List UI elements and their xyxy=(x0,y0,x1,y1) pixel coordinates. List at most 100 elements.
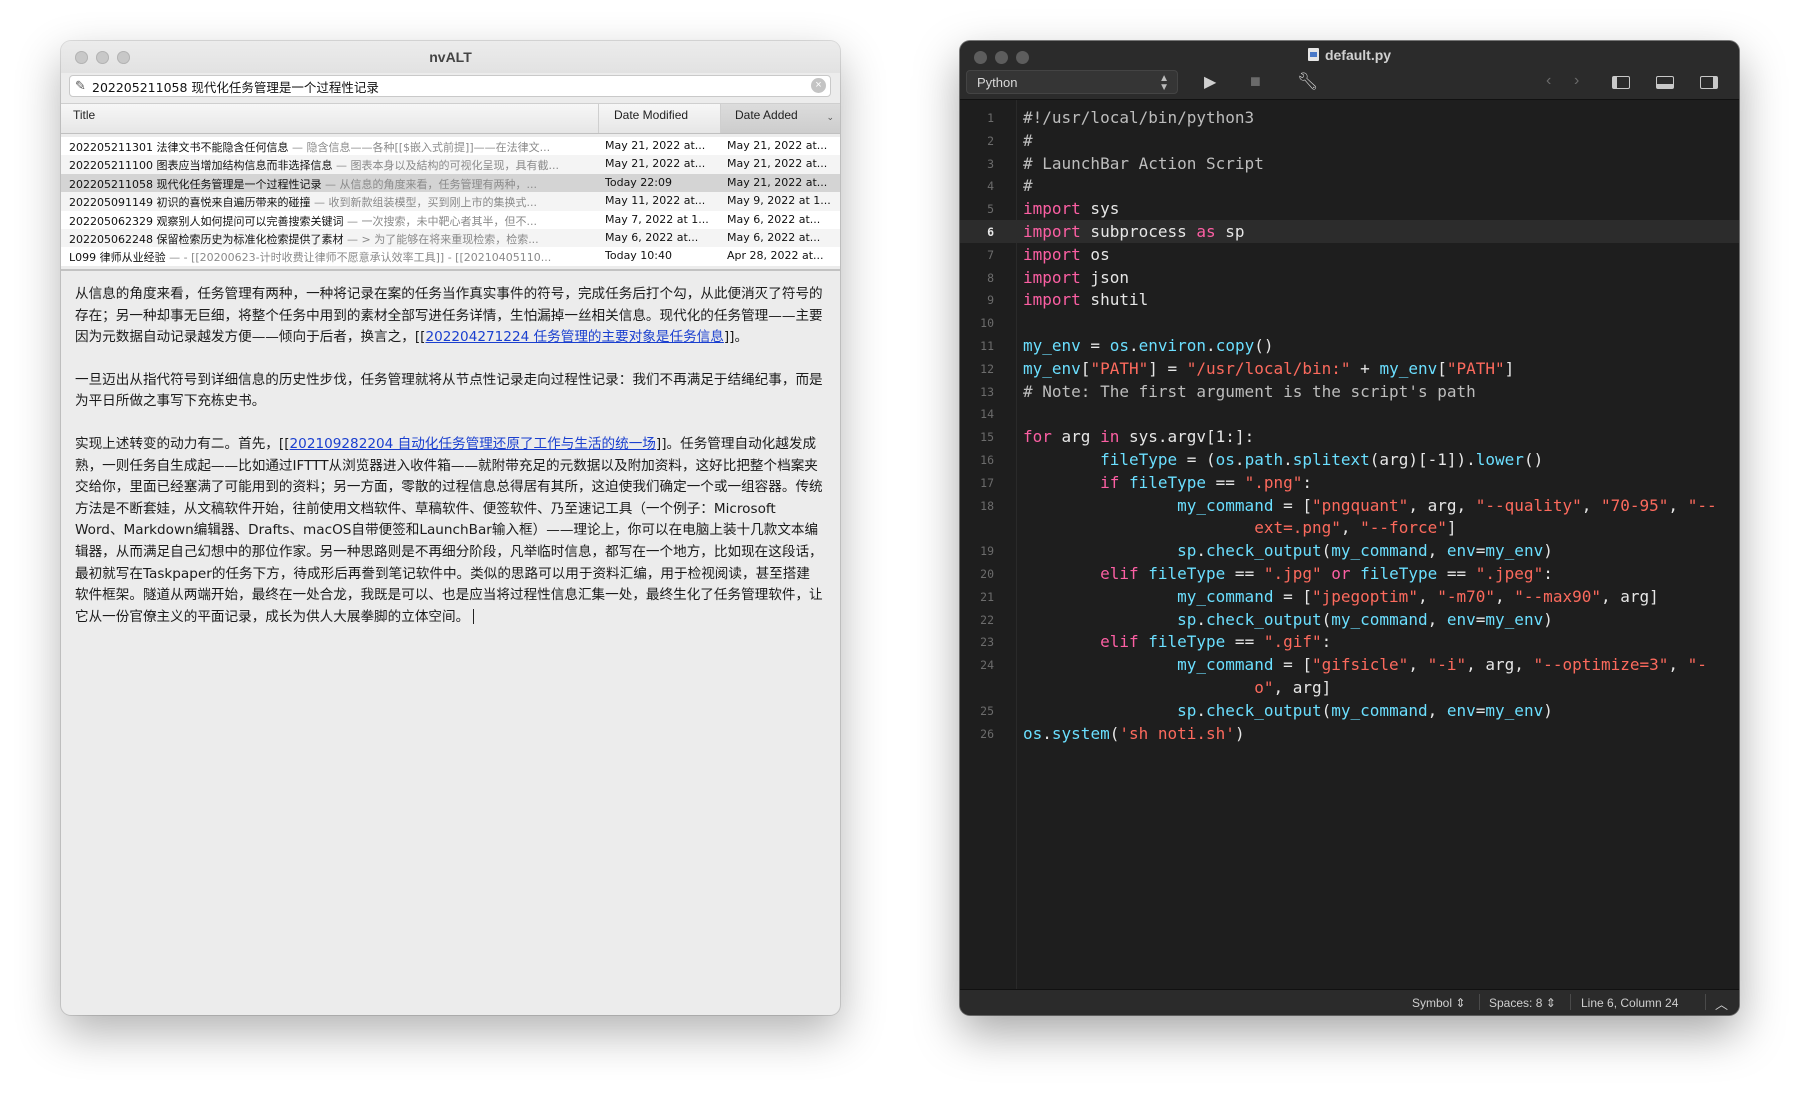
note-list-row[interactable]: L099 律师从业经验 — - [[20200623-计时收费让律师不愿意承认效… xyxy=(61,247,840,266)
language-selector[interactable]: Python ▲ ▼ xyxy=(966,70,1178,94)
wrench-icon[interactable]: 🔧︎ xyxy=(1297,72,1319,92)
code-token: = xyxy=(1475,700,1486,720)
code-text: import os xyxy=(1023,245,1110,264)
code-line[interactable]: 15 for arg in sys.argv[1:]: xyxy=(960,425,1739,448)
code-token: , xyxy=(1427,609,1447,629)
code-token: "pngquant" xyxy=(1311,495,1409,515)
note-list-row[interactable]: 202205211100 图表应当增加结构信息而非选择信息 — 图表本身以及結构… xyxy=(61,155,840,174)
code-line[interactable]: 2 # xyxy=(960,129,1739,152)
code-line[interactable]: 5 import sys xyxy=(960,197,1739,220)
note-date-modified: Today 10:40 xyxy=(605,249,673,263)
code-line[interactable]: 25 sp.check_output(my_command, env=my_en… xyxy=(960,699,1739,722)
updown-chevron-icon: ⇕ xyxy=(1455,996,1466,1010)
code-line[interactable]: 13 # Note: The first argument is the scri… xyxy=(960,380,1739,403)
note-date-added: May 6, 2022 at... xyxy=(727,230,821,244)
code-line[interactable]: 14 xyxy=(960,402,1739,425)
note-text: ]]。 xyxy=(723,329,749,346)
note-list-row[interactable]: 202205062329 观察别人如何提问可以完善搜索关键词 — 一次搜索，未中… xyxy=(61,210,840,229)
column-header-date-added[interactable]: Date Added ⌄ xyxy=(720,104,840,133)
wiki-link[interactable]: 202204271224 任务管理的主要对象是任务信息 xyxy=(425,329,723,345)
clear-search-icon[interactable]: × xyxy=(811,78,826,93)
code-line[interactable]: 22 sp.check_output(my_command, env=my_en… xyxy=(960,608,1739,631)
code-line[interactable]: 6 import subprocess as sp xyxy=(960,220,1739,243)
code-token: = xyxy=(1080,336,1110,355)
toggle-left-panel-icon[interactable] xyxy=(1612,76,1630,89)
code-line[interactable]: 17 if fileType == ".png": xyxy=(960,471,1739,494)
code-line[interactable]: 19 sp.check_output(my_command, env=my_en… xyxy=(960,539,1739,562)
code-line[interactable]: 12 my_env["PATH"] = "/usr/local/bin:" + m… xyxy=(960,357,1739,380)
updown-chevron-icon: ⇕ xyxy=(1545,996,1556,1010)
note-list-row[interactable]: 202205062248 保留检索历史为标准化检索提供了素材 — > 为了能够在… xyxy=(61,228,840,248)
line-number: 26 xyxy=(980,726,994,741)
code-line[interactable]: 26 os.system('sh noti.sh') xyxy=(960,722,1739,745)
code-token: ".jpeg" xyxy=(1475,564,1544,583)
code-token: . xyxy=(1196,609,1207,629)
code-line[interactable]: 11 my_env = os.environ.copy() xyxy=(960,334,1739,357)
code-line[interactable]: 24 my_command = ["gifsicle", "-i", arg, … xyxy=(960,653,1739,676)
column-header-title[interactable]: Title xyxy=(73,104,573,133)
status-separator xyxy=(1570,994,1571,1010)
code-token: ext=.png" xyxy=(1023,518,1341,538)
toggle-bottom-panel-icon[interactable] xyxy=(1656,76,1674,89)
wiki-link[interactable]: 202109282204 自动化任务管理还原了工作与生活的统一场 xyxy=(290,436,656,452)
column-header-date-modified[interactable]: Date Modified xyxy=(598,104,720,133)
note-editor[interactable]: 从信息的角度来看，任务管理有两种，一种将记录在案的任务当作真实事件的符号，完成任… xyxy=(75,284,823,649)
cursor-position[interactable]: Line 6, Column 24 xyxy=(1581,996,1678,1010)
code-token: my_command xyxy=(1331,609,1428,629)
symbol-selector[interactable]: Symbol ⇕ xyxy=(1412,996,1465,1010)
code-token: lower xyxy=(1475,450,1524,469)
back-arrow-icon[interactable]: ‹ xyxy=(1546,72,1551,90)
toggle-right-panel-icon[interactable] xyxy=(1700,76,1718,89)
note-snippet: — 一次搜索，未中靶心者其半，但不... xyxy=(343,214,537,228)
note-snippet: — 隐含信息——各种[[$嵌入式前提]]——在法律文... xyxy=(288,141,551,154)
line-number: 1 xyxy=(987,111,994,125)
line-number: 8 xyxy=(987,270,994,285)
code-line[interactable]: 7 import os xyxy=(960,243,1739,266)
code-token: os xyxy=(1215,450,1235,469)
note-list-row[interactable]: 202205091149 初识的喜悦来自遍历带来的碰撞 — 收到新款组装模型，买… xyxy=(61,192,840,211)
code-line[interactable]: 4 # xyxy=(960,174,1739,197)
code-token: ) xyxy=(1543,541,1553,561)
code-token: fileType xyxy=(1100,450,1178,469)
code-line[interactable]: 1 #!/usr/local/bin/python3 xyxy=(960,106,1739,129)
code-line[interactable]: o", arg] xyxy=(960,676,1739,699)
indent-selector[interactable]: Spaces: 8 ⇕ xyxy=(1489,996,1556,1010)
code-line[interactable]: 8 import json xyxy=(960,266,1739,289)
code-line[interactable]: 23 elif fileType == ".gif": xyxy=(960,630,1739,653)
code-line[interactable]: 9 import shutil xyxy=(960,288,1739,311)
code-token: sp xyxy=(1177,700,1197,720)
code-line[interactable]: 20 elif fileType == ".jpg" or fileType =… xyxy=(960,562,1739,585)
line-number: 23 xyxy=(980,635,994,650)
forward-arrow-icon[interactable]: › xyxy=(1574,72,1579,90)
code-token: [ xyxy=(1080,358,1091,378)
note-date-added: May 21, 2022 at... xyxy=(727,157,828,171)
note-date-modified: May 21, 2022 at... xyxy=(605,157,706,171)
note-title-cell: 202205211058 现代化任务管理是一个过程性记录 — 从信息的角度来看，… xyxy=(69,176,594,192)
chevron-up-icon[interactable]: ︿ xyxy=(1715,994,1728,1013)
code-token: , xyxy=(1427,541,1447,561)
code-token: ] xyxy=(1504,358,1515,378)
search-input[interactable] xyxy=(92,76,792,96)
code-line[interactable]: 10 xyxy=(960,311,1739,334)
code-line[interactable]: 21 my_command = ["jpegoptim", "-m70", "-… xyxy=(960,585,1739,608)
note-list-row[interactable]: 202205211058 现代化任务管理是一个过程性记录 — 从信息的角度来看，… xyxy=(61,173,840,193)
code-line[interactable]: 18 my_command = ["pngquant", arg, "--qua… xyxy=(960,494,1739,517)
search-field[interactable]: ✎ × xyxy=(69,75,831,97)
code-line[interactable]: 16 fileType = (os.path.splitext(arg)[-1]… xyxy=(960,448,1739,471)
code-token: , xyxy=(1495,586,1515,606)
code-token: = xyxy=(1475,609,1486,629)
code-area[interactable]: 1 #!/usr/local/bin/python3 2 #3 # LaunchBar … xyxy=(960,100,1739,990)
code-token: 'sh noti.sh' xyxy=(1119,723,1235,743)
code-token: , arg] xyxy=(1273,678,1332,697)
run-icon[interactable]: ▶ xyxy=(1204,72,1216,92)
code-line[interactable]: ext=.png", "--force"] xyxy=(960,516,1739,539)
stop-icon[interactable]: ■ xyxy=(1250,71,1261,92)
line-number: 15 xyxy=(980,430,994,445)
code-token: == xyxy=(1437,564,1476,583)
note-list-row[interactable]: 202205211301 法律文书不能隐含任何信息 — 隐含信息——各种[[$嵌… xyxy=(61,137,840,156)
split-view-divider[interactable] xyxy=(61,269,840,271)
line-number: 17 xyxy=(980,475,994,490)
code-line[interactable]: 3 # LaunchBar Action Script xyxy=(960,152,1739,175)
